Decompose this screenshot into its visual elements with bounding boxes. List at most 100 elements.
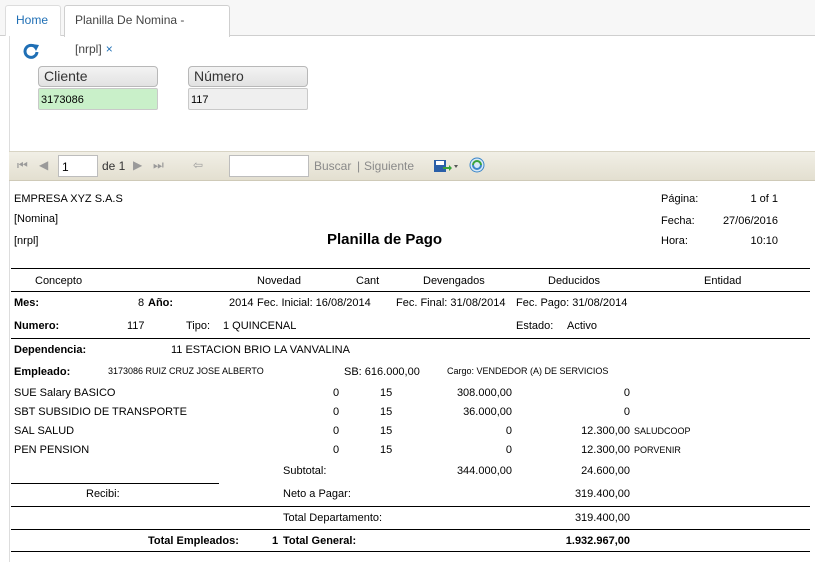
grand-total-rule xyxy=(11,551,810,552)
estado-value: Activo xyxy=(567,320,597,332)
col-entidad: Entidad xyxy=(704,275,742,287)
cliente-label: Cliente xyxy=(38,66,158,87)
col-devengados: Devengados xyxy=(423,275,485,287)
line-entidad: SALUDCOOP xyxy=(634,426,691,436)
cliente-field[interactable]: 3173086 xyxy=(38,88,158,110)
line-novedad: 0 xyxy=(333,444,340,456)
refresh-report-icon[interactable] xyxy=(469,157,485,173)
line-novedad: 0 xyxy=(333,406,340,418)
total-empleados-label: Total Empleados: xyxy=(148,535,239,547)
tab-planilla[interactable]: Planilla De Nomina -[nrpl] × xyxy=(64,5,230,56)
empleado-value: 3173086 RUIZ CRUZ JOSE ALBERTO xyxy=(108,366,264,376)
dependencia-value: 11 ESTACION BRIO LA VANVALINA xyxy=(171,344,350,356)
siguiente-link[interactable]: Siguiente xyxy=(364,159,414,173)
line-devengados: 0 xyxy=(505,444,512,456)
period-rule xyxy=(11,338,810,339)
mes-value: 8 xyxy=(138,297,145,309)
line-concepto: SUE Salary BASICO xyxy=(14,387,116,399)
fec-inicial: Fec. Inicial: 16/08/2014 xyxy=(257,297,371,309)
line-entidad: PORVENIR xyxy=(634,445,681,455)
neto-label: Neto a Pagar: xyxy=(283,488,351,500)
tipo-label: Tipo: xyxy=(186,320,211,332)
department-end-rule xyxy=(11,529,810,530)
report-toolbar: ⏮ ◀ 1 de 1 ▶ ⏭ ⇦ Buscar | Siguiente xyxy=(9,151,815,181)
hora-label: Hora: xyxy=(661,235,688,247)
line-novedad: 0 xyxy=(333,425,340,437)
numero-label: Número xyxy=(188,66,308,87)
subtotal-label: Subtotal: xyxy=(283,465,327,477)
signature-line xyxy=(11,483,219,484)
mes-label: Mes: xyxy=(14,297,40,309)
fec-pago: Fec. Pago: 31/08/2014 xyxy=(516,297,628,309)
ano-label: Año: xyxy=(148,297,174,309)
ano-value: 2014 xyxy=(229,297,254,309)
numero-row-label: Numero: xyxy=(14,320,60,332)
company-name: EMPRESA XYZ S.A.S xyxy=(14,193,123,205)
last-page-icon[interactable]: ⏭ xyxy=(153,158,164,173)
subtotal-deducidos: 24.600,00 xyxy=(581,465,630,477)
page-count-label: de 1 xyxy=(102,159,126,173)
toolbar-separator: | xyxy=(357,159,361,173)
fecha-value: 27/06/2016 xyxy=(722,215,778,227)
col-novedad: Novedad xyxy=(257,275,302,287)
tab-planilla-label: Planilla De Nomina -[nrpl] xyxy=(75,13,185,56)
pagina-value: 1 of 1 xyxy=(750,193,778,205)
subtotal-devengados: 344.000,00 xyxy=(456,465,512,477)
salario-base: SB: 616.000,00 xyxy=(344,366,420,378)
content-left-border xyxy=(9,36,10,562)
line-deducidos: 0 xyxy=(623,387,630,399)
line-deducidos: 0 xyxy=(623,406,630,418)
col-deducidos: Deducidos xyxy=(548,275,600,287)
tab-bar: Home Planilla De Nomina -[nrpl] × xyxy=(0,0,815,56)
col-concepto: Concepto xyxy=(35,275,83,287)
close-icon[interactable]: × xyxy=(106,42,113,56)
tab-home-label: Home xyxy=(16,13,49,27)
pagina-label: Página: xyxy=(661,193,699,205)
line-concepto: PEN PENSION xyxy=(14,444,90,456)
line-devengados: 36.000,00 xyxy=(463,406,512,418)
total-general-label: Total General: xyxy=(283,535,357,547)
empleado-label: Empleado: xyxy=(14,366,71,378)
total-depto-value: 319.400,00 xyxy=(574,512,630,524)
nomina-label: [Nomina] xyxy=(14,213,59,225)
next-page-icon[interactable]: ▶ xyxy=(133,158,142,172)
total-depto-label: Total Departamento: xyxy=(283,512,383,524)
line-concepto: SAL SALUD xyxy=(14,425,75,437)
numero-row-value: 117 xyxy=(127,320,145,332)
total-empleados-value: 1 xyxy=(272,535,279,547)
line-devengados: 0 xyxy=(505,425,512,437)
estado-label: Estado: xyxy=(516,320,554,332)
fecha-label: Fecha: xyxy=(661,215,695,227)
line-deducidos: 12.300,00 xyxy=(581,425,630,437)
report-code: [nrpl] xyxy=(14,235,39,247)
report-title: Planilla de Pago xyxy=(327,231,443,248)
page-number-input[interactable]: 1 xyxy=(58,155,98,177)
line-devengados: 308.000,00 xyxy=(456,387,512,399)
dependencia-label: Dependencia: xyxy=(14,344,87,356)
fec-final: Fec. Final: 31/08/2014 xyxy=(396,297,506,309)
recibi-label: Recibi: xyxy=(86,488,120,500)
tipo-value: 1 QUINCENAL xyxy=(223,320,297,332)
line-deducidos: 12.300,00 xyxy=(581,444,630,456)
back-icon[interactable]: ⇦ xyxy=(193,158,203,172)
cargo: Cargo: VENDEDOR (A) DE SERVICIOS xyxy=(447,366,609,376)
line-cant: 15 xyxy=(380,406,393,418)
line-cant: 15 xyxy=(380,444,393,456)
employee-end-rule xyxy=(11,506,810,507)
previous-page-icon[interactable]: ◀ xyxy=(39,158,48,172)
buscar-link[interactable]: Buscar xyxy=(314,159,351,173)
refresh-icon[interactable] xyxy=(22,42,40,60)
header-bottom-rule xyxy=(11,291,810,292)
header-top-rule xyxy=(11,268,810,269)
col-cant: Cant xyxy=(356,275,380,287)
line-cant: 15 xyxy=(380,425,393,437)
total-general-value: 1.932.967,00 xyxy=(565,535,630,547)
tab-home[interactable]: Home xyxy=(5,5,61,36)
line-concepto: SBT SUBSIDIO DE TRANSPORTE xyxy=(14,406,187,418)
export-icon[interactable] xyxy=(433,158,459,174)
first-page-icon[interactable]: ⏮ xyxy=(17,158,28,173)
search-input[interactable] xyxy=(229,155,309,177)
hora-value: 10:10 xyxy=(750,235,778,247)
numero-field[interactable]: 117 xyxy=(188,88,308,110)
line-novedad: 0 xyxy=(333,387,340,399)
